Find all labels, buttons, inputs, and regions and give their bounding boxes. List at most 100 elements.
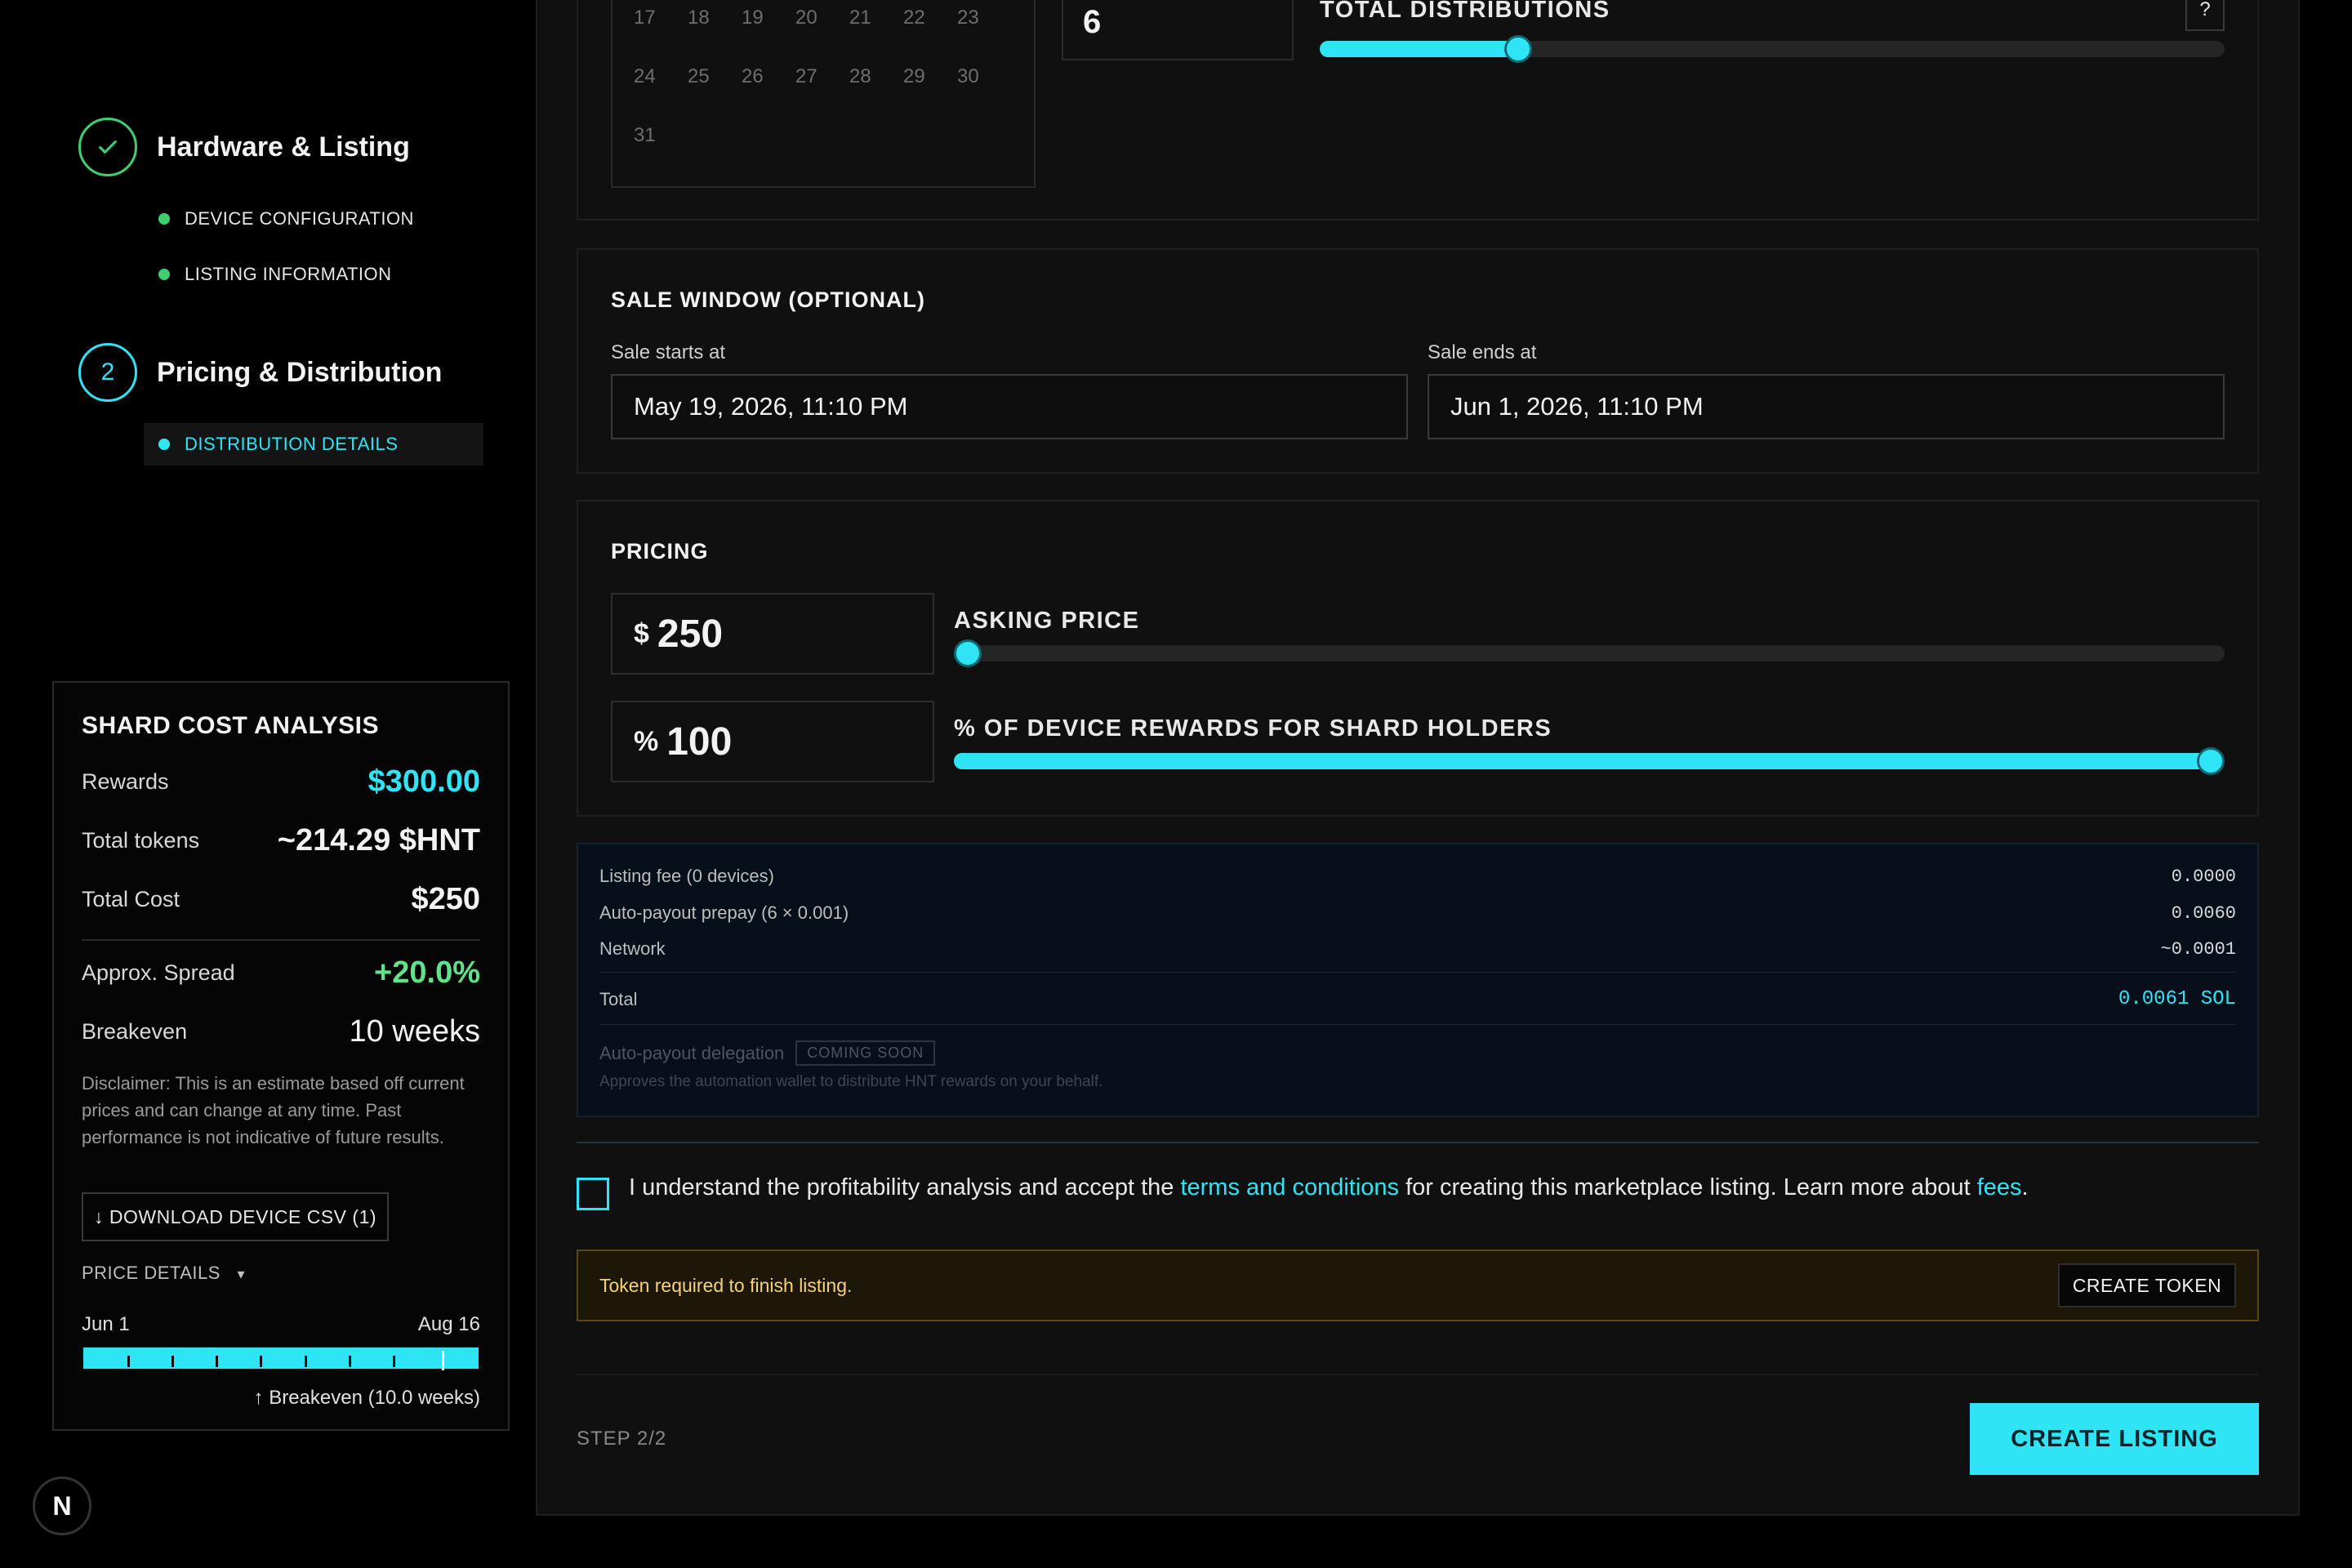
fees-link[interactable]: fees <box>1977 1174 2022 1200</box>
pricing-card: PRICING $ 250 ASKING PRICE % 100 % OF DE… <box>577 500 2259 817</box>
section-title: PRICING <box>611 539 709 564</box>
substep-distribution-details[interactable]: DISTRIBUTION DETAILS <box>144 423 483 466</box>
create-token-button[interactable]: CREATE TOKEN <box>2058 1263 2236 1307</box>
step-title: Hardware & Listing <box>157 131 410 163</box>
row-label: Rewards <box>82 769 169 794</box>
slider-thumb[interactable] <box>2197 747 2225 775</box>
total-distributions-slider[interactable] <box>1320 35 2225 63</box>
calendar-day[interactable]: 20 <box>795 7 849 29</box>
calendar-day[interactable]: 25 <box>688 65 742 88</box>
calendar-day[interactable]: 19 <box>742 7 795 29</box>
asking-price-label: ASKING PRICE <box>954 608 1140 634</box>
framework-badge-icon[interactable]: N <box>33 1477 91 1535</box>
distribution-calendar: 17 18 19 20 21 22 23 24 25 26 27 28 29 3… <box>611 0 1036 188</box>
fee-value: ~0.0001 <box>2160 938 2236 960</box>
calendar-day[interactable]: 27 <box>795 65 849 88</box>
divider <box>577 1374 2259 1375</box>
substep-listing-information[interactable]: LISTING INFORMATION <box>144 253 392 296</box>
calendar-day[interactable]: 26 <box>742 65 795 88</box>
terms-text-before: I understand the profitability analysis … <box>629 1174 1181 1200</box>
fee-value: 0.0060 <box>2171 902 2236 924</box>
fee-value: 0.0000 <box>2171 866 2236 887</box>
rewards-row: Rewards $300.00 <box>82 764 480 800</box>
step-pricing-distribution[interactable]: 2 Pricing & Distribution <box>78 343 442 402</box>
timeline-week-tick <box>348 1356 351 1367</box>
step-title: Pricing & Distribution <box>157 356 443 388</box>
download-device-csv-button[interactable]: ↓ DOWNLOAD DEVICE CSV (1) <box>82 1192 389 1241</box>
calendar-day[interactable]: 30 <box>957 65 1011 88</box>
asking-price-input[interactable]: $ 250 <box>611 593 934 675</box>
fee-label: Listing fee (0 devices) <box>599 866 774 886</box>
divider <box>82 939 480 941</box>
terms-and-conditions-link[interactable]: terms and conditions <box>1180 1174 1399 1200</box>
check-icon <box>78 118 137 176</box>
substep-device-configuration[interactable]: DEVICE CONFIGURATION <box>144 198 414 240</box>
substep-label: DISTRIBUTION DETAILS <box>185 434 399 454</box>
rewards-percent-slider[interactable] <box>954 747 2225 775</box>
status-dot-icon <box>158 439 170 450</box>
timeline-end: Aug 16 <box>417 1313 480 1335</box>
sale-window-card: SALE WINDOW (OPTIONAL) Sale starts at Ma… <box>577 248 2259 474</box>
step-number: 2 <box>78 343 137 402</box>
calendar-week: 17 18 19 20 21 22 23 <box>634 7 1011 29</box>
slider-fill <box>1320 41 1518 57</box>
slider-thumb[interactable] <box>954 639 982 667</box>
create-listing-button[interactable]: CREATE LISTING <box>1970 1403 2259 1475</box>
sale-start-label: Sale starts at <box>611 341 726 363</box>
asking-price-value: 250 <box>657 612 724 656</box>
calendar-day[interactable]: 29 <box>903 65 957 88</box>
terms-text-middle: for creating this marketplace listing. L… <box>1399 1174 1977 1200</box>
calendar-day[interactable]: 22 <box>903 7 957 29</box>
row-label: Approx. Spread <box>82 960 235 985</box>
calendar-day[interactable]: 31 <box>634 124 688 147</box>
rewards-percent-input[interactable]: % 100 <box>611 701 934 782</box>
total-distributions-input[interactable]: 6 <box>1062 0 1294 60</box>
help-icon[interactable]: ? <box>2185 0 2225 31</box>
calendar-day[interactable]: 21 <box>849 7 903 29</box>
sale-end-input[interactable]: Jun 1, 2026, 11:10 PM <box>1428 374 2225 439</box>
total-tokens-value: ~214.29 $HNT <box>277 823 480 858</box>
timeline-start: Jun 1 <box>82 1313 130 1335</box>
timeline-week-tick <box>216 1356 219 1367</box>
calendar-day[interactable]: 28 <box>849 65 903 88</box>
calendar-day[interactable]: 18 <box>688 7 742 29</box>
timeline-week-tick <box>172 1356 175 1367</box>
rewards-percent-value: 100 <box>666 719 733 764</box>
price-details-toggle[interactable]: PRICE DETAILS ▾ <box>82 1263 245 1284</box>
total-cost-row: Total Cost $250 <box>82 882 480 917</box>
fee-row: Listing fee (0 devices) 0.0000 <box>599 866 2236 887</box>
currency-unit: $ <box>634 617 649 649</box>
timeline-week-tick <box>260 1356 263 1367</box>
shard-cost-analysis-panel: SHARD COST ANALYSIS Rewards $300.00 Tota… <box>52 681 510 1431</box>
disclaimer-text: Disclaimer: This is an estimate based of… <box>82 1073 465 1147</box>
breakeven-label: ↑ Breakeven (10.0 weeks) <box>253 1387 480 1409</box>
calendar-day[interactable]: 24 <box>634 65 688 88</box>
fee-total-value: 0.0061 SOL <box>2118 988 2236 1010</box>
rewards-value: $300.00 <box>368 764 480 799</box>
fee-row: Auto-payout prepay (6 × 0.001) 0.0060 <box>599 902 2236 924</box>
breakeven-timeline <box>82 1346 480 1370</box>
timeline-week-tick <box>304 1356 307 1367</box>
fee-total-row: Total 0.0061 SOL <box>599 988 2236 1010</box>
token-required-warning: Token required to finish listing. CREATE… <box>577 1250 2259 1321</box>
step-counter: STEP 2/2 <box>577 1428 667 1450</box>
row-label: Total Cost <box>82 887 180 911</box>
terms-checkbox[interactable] <box>577 1178 609 1210</box>
calendar-day[interactable]: 23 <box>957 7 1011 29</box>
slider-thumb[interactable] <box>1503 35 1532 63</box>
sale-start-input[interactable]: May 19, 2026, 11:10 PM <box>611 374 1408 439</box>
delegation-description: Approves the automation wallet to distri… <box>599 1073 1103 1090</box>
calendar-day[interactable]: 17 <box>634 7 688 29</box>
fee-row: Network ~0.0001 <box>599 938 2236 960</box>
spread-row: Approx. Spread +20.0% <box>82 956 480 991</box>
rewards-percent-label: % OF DEVICE REWARDS FOR SHARD HOLDERS <box>954 715 1552 742</box>
divider <box>599 1024 2236 1025</box>
fees-summary: Listing fee (0 devices) 0.0000 Auto-payo… <box>577 843 2259 1117</box>
spread-value: +20.0% <box>374 956 480 990</box>
breakeven-row: Breakeven 10 weeks <box>82 1014 480 1049</box>
substep-label: DEVICE CONFIGURATION <box>185 208 414 229</box>
step-hardware-listing[interactable]: Hardware & Listing <box>78 118 410 176</box>
timeline-week-tick <box>127 1356 131 1367</box>
auto-payout-delegation: Auto-payout delegation COMING SOON <box>599 1040 936 1066</box>
asking-price-slider[interactable] <box>954 639 2225 667</box>
